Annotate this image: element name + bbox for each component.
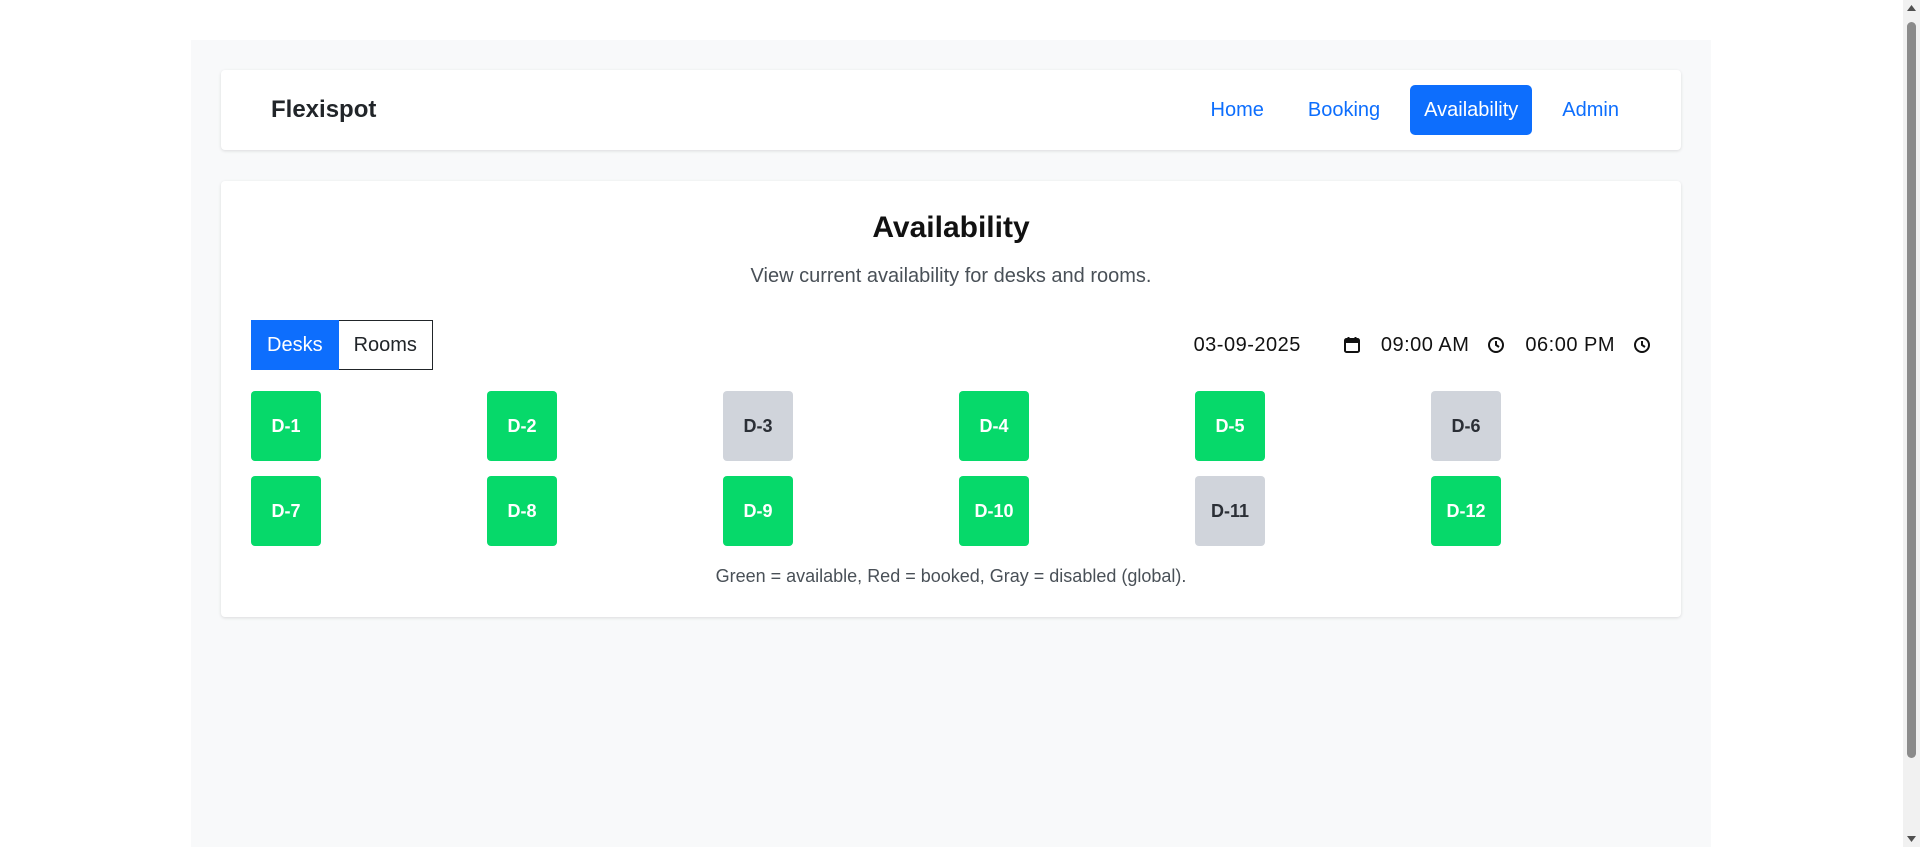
- clock-icon[interactable]: [1487, 336, 1505, 354]
- availability-card: Availability View current availability f…: [221, 181, 1681, 617]
- start-time-input[interactable]: 09:00 AM: [1381, 334, 1506, 357]
- clock-icon[interactable]: [1633, 336, 1651, 354]
- desk-tile[interactable]: D-4: [959, 391, 1029, 461]
- rooms-toggle-button[interactable]: Rooms: [338, 320, 433, 370]
- date-time-filters: 03-09-2025 09:00 AM 06:00 PM: [1194, 320, 1651, 370]
- resource-type-toggle: Desks Rooms: [251, 320, 433, 370]
- date-value: 03-09-2025: [1193, 333, 1301, 356]
- desk-tile[interactable]: D-1: [251, 391, 321, 461]
- desk-tile[interactable]: D-2: [487, 391, 557, 461]
- desks-toggle-button[interactable]: Desks: [251, 320, 339, 370]
- scrollbar-thumb[interactable]: [1907, 22, 1916, 758]
- navbar: Flexispot Home Booking Availability Admi…: [221, 70, 1681, 150]
- date-input[interactable]: 03-09-2025: [1194, 334, 1361, 357]
- nav-links: Home Booking Availability Admin: [1197, 85, 1633, 135]
- nav-link-booking[interactable]: Booking: [1294, 85, 1394, 135]
- nav-link-availability[interactable]: Availability: [1410, 85, 1533, 135]
- nav-link-admin[interactable]: Admin: [1548, 85, 1633, 135]
- calendar-icon[interactable]: [1343, 336, 1361, 354]
- desk-tile[interactable]: D-8: [487, 476, 557, 546]
- end-time-value: 06:00 PM: [1525, 333, 1615, 356]
- nav-link-home[interactable]: Home: [1197, 85, 1278, 135]
- start-time-value: 09:00 AM: [1380, 333, 1470, 356]
- desk-tile[interactable]: D-11: [1195, 476, 1265, 546]
- desk-tile[interactable]: D-12: [1431, 476, 1501, 546]
- page-title: Availability: [872, 211, 1030, 244]
- availability-legend: Green = available, Red = booked, Gray = …: [715, 566, 1187, 586]
- scroll-up-arrow-icon[interactable]: [1903, 0, 1920, 17]
- desk-tile[interactable]: D-6: [1431, 391, 1501, 461]
- page-subtitle: View current availability for desks and …: [750, 265, 1152, 287]
- desk-tile[interactable]: D-7: [251, 476, 321, 546]
- desk-tile[interactable]: D-9: [723, 476, 793, 546]
- desk-tile[interactable]: D-5: [1195, 391, 1265, 461]
- desk-tile[interactable]: D-3: [723, 391, 793, 461]
- brand-logo[interactable]: Flexispot: [271, 70, 376, 150]
- desk-tile[interactable]: D-10: [959, 476, 1029, 546]
- end-time-input[interactable]: 06:00 PM: [1525, 334, 1651, 357]
- scroll-down-arrow-icon[interactable]: [1903, 830, 1920, 847]
- vertical-scrollbar[interactable]: [1903, 0, 1920, 847]
